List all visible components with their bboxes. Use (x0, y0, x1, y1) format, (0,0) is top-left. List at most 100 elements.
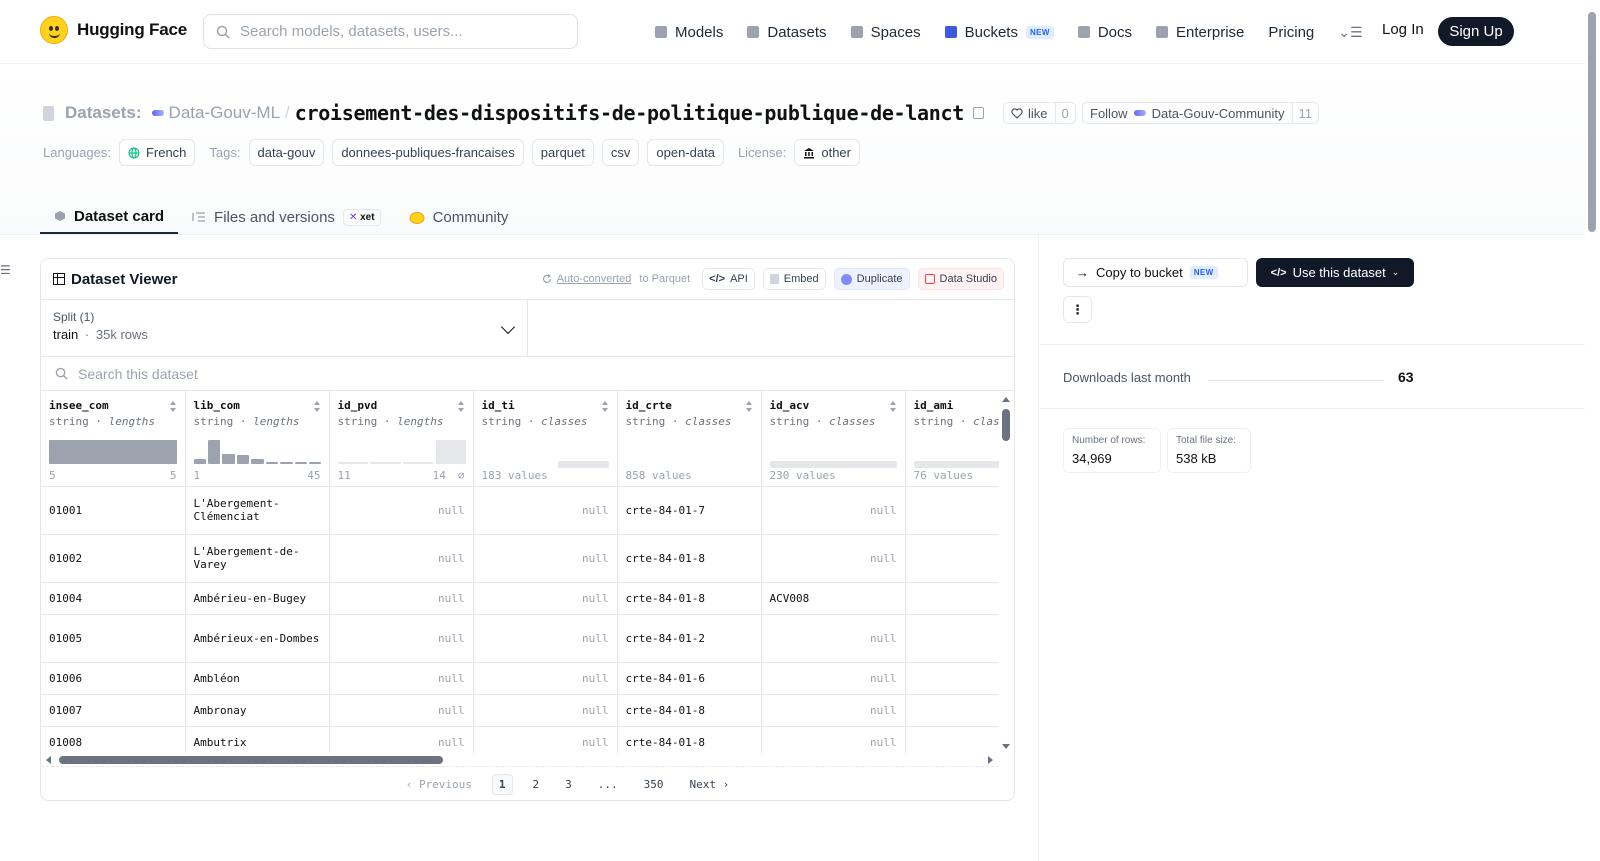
table-cell[interactable]: 01007 (41, 694, 186, 727)
histogram-bar[interactable] (222, 453, 235, 464)
auto-converted-link[interactable]: Auto-converted (557, 273, 632, 285)
nav-pricing[interactable]: Pricing (1268, 24, 1314, 41)
tab-files-and-versions[interactable]: Files and versions ✕ xet (178, 192, 395, 234)
table-horizontal-scrollbar[interactable] (41, 753, 999, 767)
class-distribution-bar[interactable] (626, 461, 753, 468)
tab-community[interactable]: Community (395, 192, 523, 234)
scroll-thumb[interactable] (1588, 12, 1596, 232)
table-cell-null[interactable]: null (761, 662, 906, 695)
histogram-bar[interactable] (207, 439, 221, 464)
column-header[interactable]: id_pvd string · lengths 11 14 ∅ (329, 391, 474, 487)
table-cell-null[interactable]: null (329, 534, 474, 583)
table-cell[interactable] (905, 582, 999, 615)
scroll-thumb[interactable] (59, 756, 443, 764)
table-cell-null[interactable]: null (329, 486, 474, 535)
table-cell[interactable]: crte-84-01-8 (617, 534, 762, 583)
sort-icon[interactable] (601, 401, 609, 412)
copy-to-bucket-button[interactable]: → Copy to bucket NEW (1063, 258, 1248, 287)
nav-datasets[interactable]: Datasets (747, 24, 827, 41)
login-link[interactable]: Log In (1382, 21, 1424, 38)
histogram-bar[interactable] (265, 461, 279, 464)
class-distribution-bar[interactable] (482, 460, 609, 468)
histogram-bar[interactable] (337, 461, 369, 464)
sort-icon[interactable] (169, 401, 177, 412)
scroll-left-icon[interactable] (46, 756, 51, 764)
table-cell[interactable]: Ambérieu-en-Bugey (185, 582, 330, 615)
null-bar[interactable] (435, 439, 466, 464)
scroll-up-icon[interactable] (1002, 397, 1010, 402)
duplicate-button[interactable]: Duplicate (833, 268, 910, 290)
table-cell[interactable] (905, 486, 999, 535)
more-menu-icon[interactable]: ⌄☰ (1338, 24, 1362, 41)
table-cell[interactable]: crte-84-01-8 (617, 582, 762, 615)
table-cell[interactable]: crte-84-01-8 (617, 694, 762, 727)
class-distribution-bar[interactable] (769, 460, 897, 468)
table-cell[interactable]: Ambléon (185, 662, 330, 695)
pagination-page[interactable]: 350 (638, 775, 670, 794)
table-cell-null[interactable]: null (473, 662, 618, 695)
histogram-bar[interactable] (294, 461, 308, 464)
dataset-search-input[interactable] (78, 365, 478, 382)
column-header[interactable]: id_amistring · classes 76 values (905, 391, 999, 487)
table-cell-null[interactable]: null (761, 614, 906, 663)
table-cell-null[interactable]: null (329, 614, 474, 663)
nav-spaces[interactable]: Spaces (850, 24, 921, 41)
histogram-bar[interactable] (370, 461, 401, 464)
column-header[interactable]: insee_com string · lengths 5 5 (41, 391, 186, 487)
table-cell[interactable]: ACV008 (761, 582, 906, 615)
scroll-right-icon[interactable] (988, 756, 993, 764)
table-cell[interactable] (905, 614, 999, 663)
histogram-bar[interactable] (402, 461, 434, 464)
table-cell-null[interactable]: null (761, 534, 906, 583)
table-cell[interactable]: crte-84-01-2 (617, 614, 762, 663)
follow-button[interactable]: Follow Data-Gouv-Community 11 (1082, 102, 1320, 124)
table-cell[interactable]: 01008 (41, 726, 186, 753)
table-cell-null[interactable]: null (761, 486, 906, 535)
table-cell[interactable]: L'Abergement-Clémenciat (185, 486, 330, 535)
sort-icon[interactable] (313, 401, 321, 412)
signup-button[interactable]: Sign Up (1438, 17, 1514, 46)
nav-buckets[interactable]: Buckets NEW (944, 24, 1054, 41)
table-cell[interactable]: L'Abergement-de-Varey (185, 534, 330, 583)
data-studio-button[interactable]: Data Studio (917, 268, 1004, 290)
table-cell[interactable]: crte-84-01-6 (617, 662, 762, 695)
use-this-dataset-button[interactable]: </> Use this dataset ⌄ (1256, 258, 1414, 287)
table-cell-null[interactable]: null (473, 486, 618, 535)
pagination-previous[interactable]: ‹ Previous (400, 775, 478, 794)
histogram-bar[interactable] (251, 458, 264, 464)
table-cell[interactable]: 01002 (41, 534, 186, 583)
brand-link[interactable]: Hugging Face (40, 16, 187, 44)
tag-item[interactable]: open-data (647, 139, 724, 166)
tag-license[interactable]: other (794, 139, 860, 166)
table-cell-null[interactable]: null (473, 614, 618, 663)
table-cell[interactable]: 01001 (41, 486, 186, 535)
pagination-next[interactable]: Next › (684, 775, 736, 794)
scroll-down-icon[interactable] (1002, 744, 1010, 749)
page-scrollbar[interactable] (1585, 0, 1600, 861)
dataset-search[interactable] (41, 356, 1014, 391)
table-cell[interactable] (905, 694, 999, 727)
tag-language[interactable]: French (118, 139, 196, 166)
table-cell-null[interactable]: null (761, 726, 906, 753)
embed-button[interactable]: Embed (762, 268, 826, 290)
nav-docs[interactable]: Docs (1077, 24, 1132, 41)
pagination-page[interactable]: 2 (527, 775, 546, 794)
table-cell[interactable]: crte-84-01-7 (617, 486, 762, 535)
column-header[interactable]: id_crte string · classes 858 values (617, 391, 762, 487)
tag-item[interactable]: csv (601, 139, 640, 166)
scroll-thumb[interactable] (1002, 409, 1010, 441)
tab-dataset-card[interactable]: Dataset card (40, 192, 179, 234)
table-cell-null[interactable]: null (329, 726, 474, 753)
histogram-bar[interactable] (193, 459, 206, 464)
split-selector[interactable]: Split (1) train · 35k rows (41, 300, 528, 356)
table-cell-null[interactable]: null (473, 726, 618, 753)
histogram-bar[interactable] (309, 461, 322, 464)
global-search-input[interactable] (240, 23, 560, 40)
api-button[interactable]: </> API (702, 268, 755, 290)
more-options-button[interactable]: ⋮ (1063, 296, 1092, 323)
table-cell-null[interactable]: null (329, 694, 474, 727)
table-cell[interactable]: Ambronay (185, 694, 330, 727)
table-cell[interactable]: crte-84-01-8 (617, 726, 762, 753)
table-cell-null[interactable]: null (473, 582, 618, 615)
copy-icon[interactable] (973, 107, 985, 119)
